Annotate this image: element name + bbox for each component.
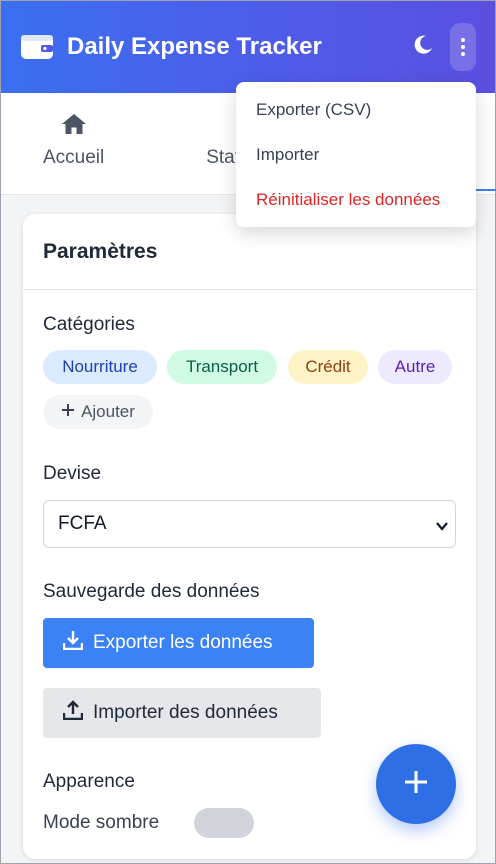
menu-item-reset-data[interactable]: Réinitialiser les données: [256, 190, 440, 210]
export-data-button[interactable]: Exporter les données: [43, 618, 314, 668]
dropdown-menu: Exporter (CSV) Importer Réinitialiser le…: [236, 82, 476, 227]
settings-title: Paramètres: [43, 240, 158, 263]
backup-label: Sauvegarde des données: [43, 581, 260, 602]
add-expense-button[interactable]: [376, 744, 456, 824]
app-header: Daily Expense Tracker: [1, 1, 495, 93]
category-chip-nourriture[interactable]: Nourriture: [43, 350, 157, 384]
currency-select[interactable]: FCFA: [43, 500, 456, 548]
menu-item-export-csv[interactable]: Exporter (CSV): [256, 100, 371, 120]
currency-value: FCFA: [58, 513, 107, 534]
app-title: Daily Expense Tracker: [67, 33, 322, 60]
categories-label: Catégories: [43, 314, 135, 335]
divider: [23, 289, 476, 290]
plus-icon: [403, 769, 429, 800]
tab-accueil[interactable]: Accueil: [43, 113, 104, 169]
dark-mode-label: Mode sombre: [43, 812, 160, 833]
category-chip-autre[interactable]: Autre: [378, 350, 452, 384]
dark-mode-toggle[interactable]: [194, 808, 254, 838]
active-tab-indicator: [476, 93, 496, 191]
export-data-label: Exporter les données: [93, 632, 273, 653]
wallet-icon: [21, 34, 53, 60]
appearance-label: Apparence: [43, 771, 135, 792]
add-category-label: Ajouter: [81, 402, 135, 421]
add-category-button[interactable]: Ajouter: [43, 395, 153, 429]
more-menu-button[interactable]: [450, 23, 476, 71]
tab-label: Accueil: [43, 147, 105, 168]
chevron-down-icon: [435, 517, 449, 539]
import-data-button[interactable]: Importer des données: [43, 688, 321, 738]
category-chip-credit[interactable]: Crédit: [288, 350, 368, 384]
plus-icon: [61, 402, 75, 422]
moon-icon[interactable]: [411, 33, 435, 57]
home-icon: [61, 113, 87, 147]
menu-item-import[interactable]: Importer: [256, 145, 319, 165]
currency-label: Devise: [43, 463, 102, 484]
dot-icon: [461, 38, 465, 42]
dot-icon: [461, 45, 465, 49]
download-icon: [62, 630, 84, 656]
upload-icon: [62, 700, 84, 726]
import-data-label: Importer des données: [93, 702, 278, 723]
category-chip-transport[interactable]: Transport: [167, 350, 277, 384]
dot-icon: [461, 52, 465, 56]
